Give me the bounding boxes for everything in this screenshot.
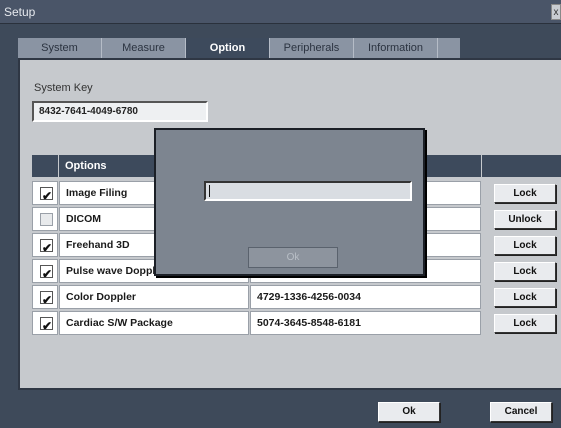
checkbox-color-doppler[interactable] xyxy=(40,289,53,311)
lock-button[interactable]: Lock xyxy=(494,184,556,203)
table-row: Cardiac S/W Package 5074-3645-8548-6181 … xyxy=(32,311,561,337)
checkbox-image-filing[interactable] xyxy=(40,185,53,207)
license-key-dialog: Ok xyxy=(154,128,425,276)
close-icon[interactable]: x xyxy=(551,4,561,20)
check-cell xyxy=(32,259,58,285)
check-cell xyxy=(32,311,58,337)
lock-cell: Lock xyxy=(482,311,561,335)
tab-information[interactable]: Information xyxy=(354,38,438,58)
ok-button[interactable]: Ok xyxy=(378,402,440,422)
system-key-field[interactable]: 8432-7641-4049-6780 xyxy=(32,101,208,122)
tab-filler xyxy=(438,38,460,58)
lock-button[interactable]: Lock xyxy=(494,314,556,333)
lock-cell: Lock xyxy=(482,259,561,283)
option-key: 5074-3645-8548-6181 xyxy=(250,311,481,335)
check-cell xyxy=(32,181,58,207)
option-name: Color Doppler xyxy=(59,285,249,309)
check-cell xyxy=(32,285,58,311)
tab-measure[interactable]: Measure xyxy=(102,38,186,58)
tab-system[interactable]: System xyxy=(18,38,102,58)
tab-bar: System Measure Option Peripherals Inform… xyxy=(18,38,558,58)
tab-option[interactable]: Option xyxy=(186,38,270,58)
lock-cell: Lock xyxy=(482,285,561,309)
lock-cell: Lock xyxy=(482,233,561,257)
check-cell xyxy=(32,233,58,259)
dialog-ok-button[interactable]: Ok xyxy=(248,247,338,268)
lock-button[interactable]: Lock xyxy=(494,236,556,255)
option-name: Cardiac S/W Package xyxy=(59,311,249,335)
window-title: Setup xyxy=(4,5,36,19)
checkbox-dicom[interactable] xyxy=(40,213,53,226)
table-row: Color Doppler 4729-1336-4256-0034 Lock xyxy=(32,285,561,311)
unlock-button[interactable]: Unlock xyxy=(494,210,556,229)
lock-cell: Lock xyxy=(482,181,561,205)
cancel-button[interactable]: Cancel xyxy=(490,402,552,422)
title-bar: Setup x xyxy=(0,0,561,24)
lock-button[interactable]: Lock xyxy=(494,262,556,281)
text-caret xyxy=(209,185,210,197)
option-key: 4729-1336-4256-0034 xyxy=(250,285,481,309)
tab-peripherals[interactable]: Peripherals xyxy=(270,38,354,58)
license-key-input[interactable] xyxy=(204,181,412,201)
system-key-label: System Key xyxy=(34,82,93,94)
checkbox-freehand-3d[interactable] xyxy=(40,237,53,259)
lock-cell: Unlock xyxy=(482,207,561,231)
lock-button[interactable]: Lock xyxy=(494,288,556,307)
checkbox-cardiac-package[interactable] xyxy=(40,315,53,337)
header-check-col xyxy=(32,155,58,177)
header-lock-col xyxy=(482,155,561,177)
checkbox-pulse-wave-doppler[interactable] xyxy=(40,263,53,285)
check-cell xyxy=(32,207,58,231)
